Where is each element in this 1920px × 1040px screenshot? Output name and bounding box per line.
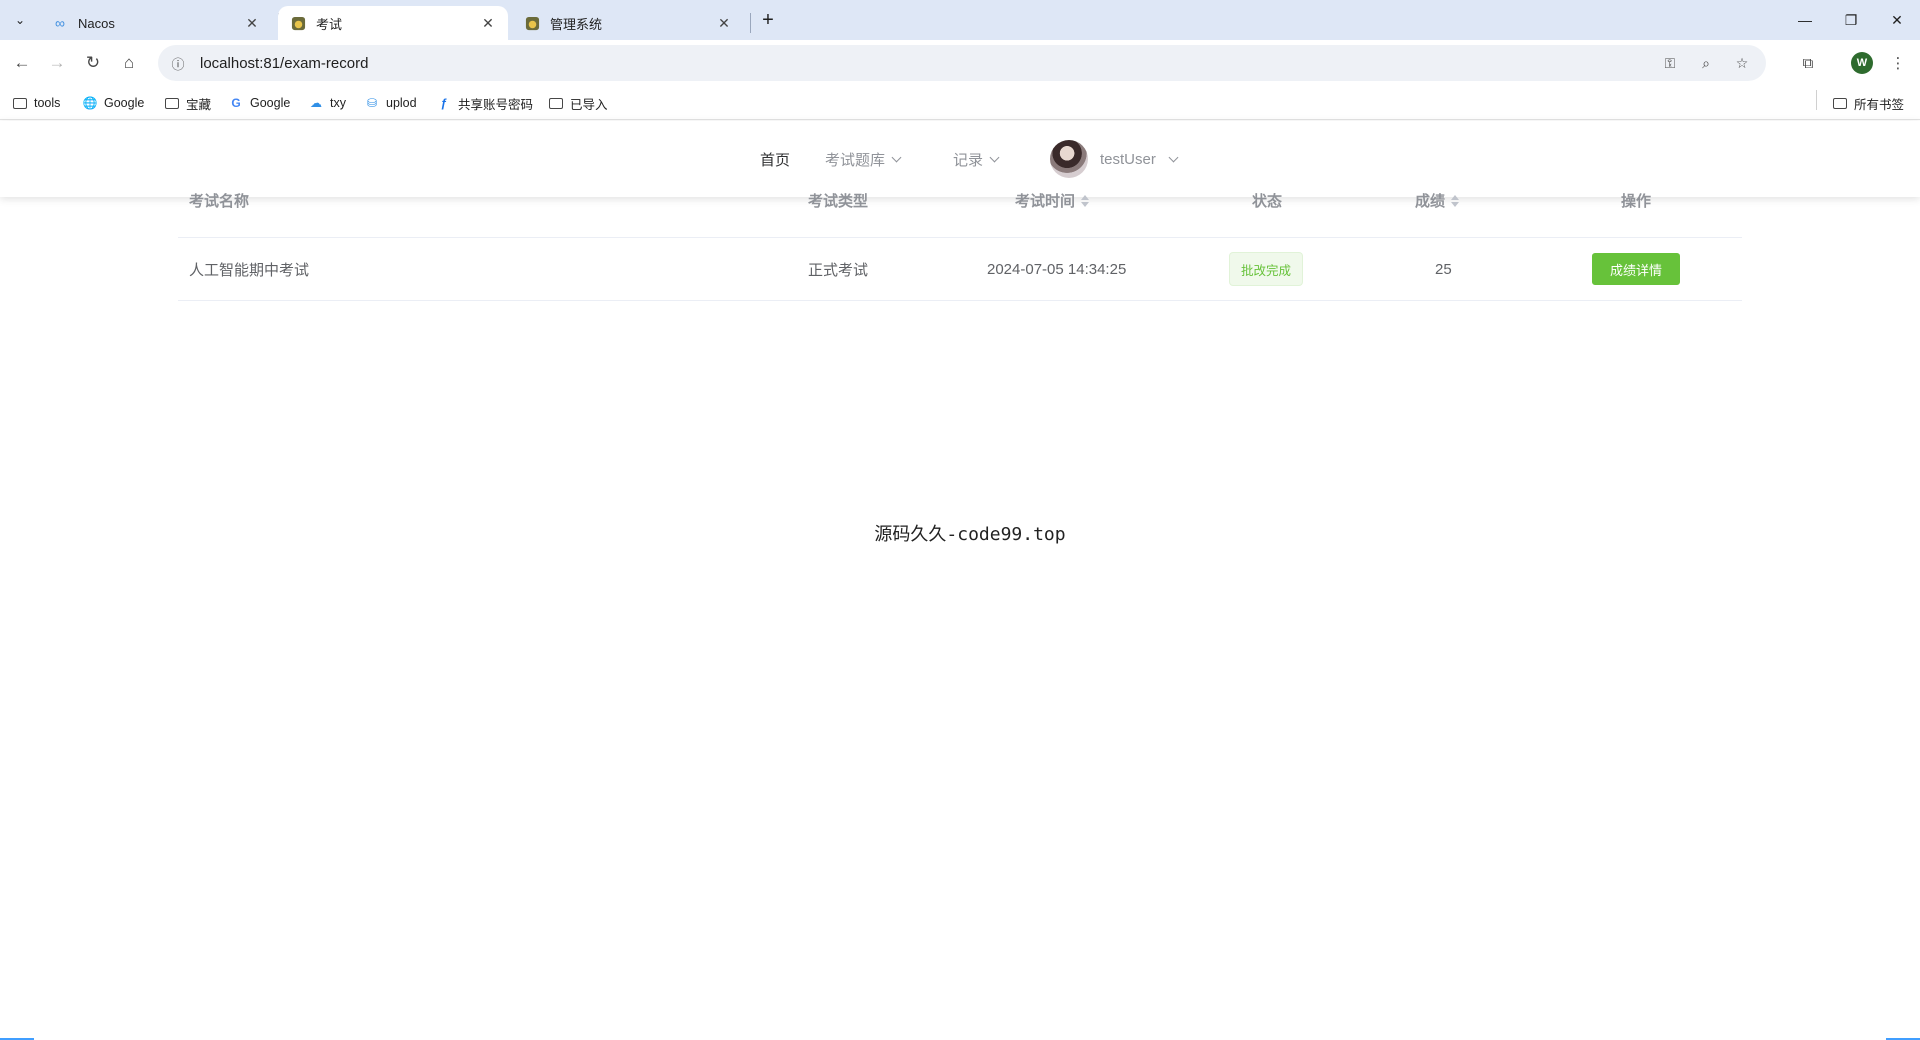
close-icon[interactable]: ✕ (480, 15, 496, 31)
browser-toolbar: ← → ↻ ⌂ ⓘ localhost:81/exam-record ⚿ ⌕ ☆… (0, 40, 1920, 86)
password-key-icon[interactable]: ⚿ (1656, 49, 1684, 77)
address-bar[interactable]: ⓘ localhost:81/exam-record ⚿ ⌕ ☆ (158, 45, 1766, 81)
col-status: 状态 (1252, 193, 1283, 210)
tab-title: 考试 (316, 16, 343, 32)
app-favicon-icon (524, 15, 540, 31)
tab-divider (750, 13, 751, 33)
bookmark-label: 宝藏 (186, 97, 212, 112)
minimize-icon[interactable]: — (1782, 0, 1828, 40)
tab-exam[interactable]: 考试 ✕ (278, 6, 508, 40)
window-close-icon[interactable]: ✕ (1874, 0, 1920, 40)
bookmark-label: tools (34, 96, 61, 110)
share-icon: ƒ (440, 96, 448, 110)
home-icon[interactable]: ⌂ (115, 49, 143, 77)
globe-icon: 🌐 (82, 96, 98, 110)
folder-icon (548, 95, 564, 111)
bookmark-divider (1816, 90, 1817, 110)
table-header: 考试名称 考试类型 考试时间 状态 成绩 操作 (178, 163, 1742, 238)
browser-tab-bar: ⌄ ∞ Nacos ✕ 考试 ✕ 管理系统 ✕ + — ❐ ✕ (0, 0, 1920, 40)
chevron-down-icon (891, 152, 902, 162)
tab-admin[interactable]: 管理系统 ✕ (512, 6, 744, 40)
col-score[interactable]: 成绩 (1415, 163, 1460, 238)
bookmark-label: uplod (386, 96, 417, 110)
col-exam-time[interactable]: 考试时间 (1015, 163, 1090, 238)
tab-title: Nacos (78, 15, 115, 31)
bookmark-treasure[interactable]: 宝藏 (164, 93, 211, 113)
cell-status: 批改完成 (1229, 238, 1304, 300)
bookmark-google-2[interactable]: G Google (228, 93, 290, 113)
infinity-icon: ∞ (55, 15, 65, 31)
cloud-icon: ☁ (310, 96, 322, 110)
folder-icon (12, 95, 28, 111)
restore-icon[interactable]: ❐ (1828, 0, 1874, 40)
tab-nacos[interactable]: ∞ Nacos ✕ (40, 6, 272, 40)
chevron-down-icon (989, 152, 1000, 162)
bookmark-label: txy (330, 96, 346, 110)
new-tab-plus-icon[interactable]: + (756, 8, 780, 32)
profile-initial: W (1851, 52, 1873, 74)
profile-avatar[interactable]: W (1848, 49, 1876, 77)
bookmark-imported[interactable]: 已导入 (548, 93, 608, 113)
status-badge: 批改完成 (1229, 252, 1304, 286)
close-icon[interactable]: ✕ (244, 15, 260, 31)
score-detail-button[interactable]: 成绩详情 (1592, 253, 1681, 285)
close-icon[interactable]: ✕ (716, 15, 732, 31)
folder-icon (1832, 95, 1848, 111)
bookmarks-bar: tools 🌐 Google 宝藏 G Google ☁ txy ⛁ uplod… (0, 86, 1920, 120)
bookmark-label: 已导入 (570, 97, 608, 112)
bookmark-txy[interactable]: ☁ txy (308, 93, 346, 113)
extensions-puzzle-icon[interactable]: ⧉ (1794, 49, 1822, 77)
bookmark-tools[interactable]: tools (12, 93, 60, 113)
table-row: 人工智能期中考试 正式考试 2024-07-05 14:34:25 批改完成 2… (178, 238, 1742, 301)
forward-arrow-icon[interactable]: → (43, 49, 71, 77)
col-action: 操作 (1621, 193, 1652, 210)
tab-search-chevron-icon[interactable]: ⌄ (8, 8, 32, 32)
sort-caret-icon[interactable] (1081, 194, 1090, 207)
cell-score: 25 (1435, 260, 1452, 278)
back-arrow-icon[interactable]: ← (8, 49, 36, 77)
page-content: 首页 考试题库 记录 testUser 考试名称 考试类型 考试时间 状态 成绩 (0, 121, 1920, 1040)
bookmark-label: Google (250, 96, 291, 110)
bookmark-google-1[interactable]: 🌐 Google (82, 93, 145, 113)
cell-exam-type: 正式考试 (808, 261, 869, 279)
site-watermark: 源码久久-code99.top (874, 524, 1066, 545)
bookmark-label: Google (104, 96, 145, 110)
bookmark-uplod[interactable]: ⛁ uplod (364, 93, 417, 113)
all-bookmarks-label: 所有书签 (1854, 97, 1905, 112)
site-info-icon[interactable]: ⓘ (164, 49, 192, 77)
chevron-down-icon (1168, 152, 1179, 162)
url-text[interactable]: localhost:81/exam-record (200, 55, 368, 72)
google-icon: G (231, 96, 241, 110)
col-exam-name: 考试名称 (189, 193, 250, 210)
cell-exam-time: 2024-07-05 14:34:25 (987, 260, 1127, 278)
folder-icon (164, 95, 180, 111)
cell-action: 成绩详情 (1592, 238, 1681, 300)
reload-icon[interactable]: ↻ (79, 49, 107, 77)
sort-caret-icon[interactable] (1451, 194, 1460, 207)
menu-kebab-icon[interactable]: ⋮ (1884, 49, 1912, 77)
cell-exam-name: 人工智能期中考试 (189, 261, 310, 279)
tab-title: 管理系统 (550, 16, 603, 32)
bookmark-shared-accounts[interactable]: ƒ 共享账号密码 (436, 93, 533, 113)
col-exam-time-label: 考试时间 (1015, 193, 1076, 210)
col-exam-type: 考试类型 (808, 193, 869, 210)
app-favicon-icon (290, 15, 306, 31)
bookmark-star-icon[interactable]: ☆ (1728, 49, 1756, 77)
zoom-icon[interactable]: ⌕ (1692, 49, 1720, 77)
all-bookmarks[interactable]: 所有书签 (1832, 93, 1904, 113)
col-score-label: 成绩 (1415, 193, 1446, 210)
upload-icon: ⛁ (366, 96, 378, 110)
bookmark-label: 共享账号密码 (458, 97, 534, 112)
